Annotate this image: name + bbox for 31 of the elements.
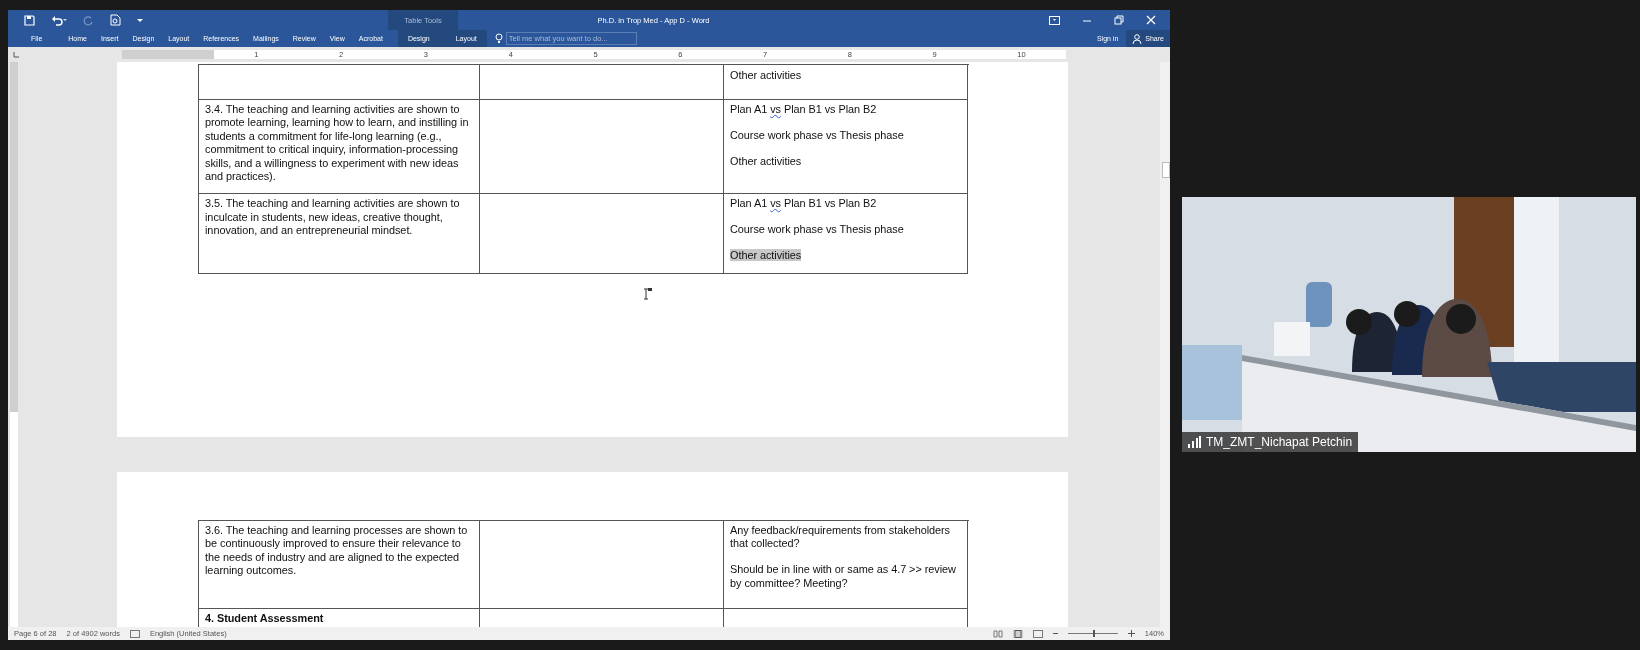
note-text: Should be in line with or same as 4.7 >> review by committee? Meeting?	[730, 563, 957, 591]
close-icon[interactable]	[1146, 15, 1156, 25]
criterion-text: 4. Student Assessment	[205, 612, 325, 626]
note-text: Course work phase vs Thesis phase	[730, 223, 905, 237]
restore-icon[interactable]	[1114, 15, 1124, 25]
note-text: Other activities	[730, 249, 803, 263]
participant-name: TM_ZMT_Nichapat Petchin	[1206, 435, 1353, 449]
text-cursor-icon	[643, 288, 652, 300]
criterion-text: 3.6. The teaching and learning processes are shown to be continuously improved to ensure their relevance to the needs of industry and are aligned to the expected learning outcomes.	[205, 524, 469, 578]
print-preview-icon[interactable]	[110, 14, 121, 26]
print-layout-icon[interactable]	[1012, 629, 1023, 638]
note-text: Other activities	[730, 154, 803, 169]
customize-icon[interactable]	[137, 17, 143, 23]
criterion-text: 3.4. The teaching and learning activities are shown to promote learning, learning how to learn, and instilling in students a commitment for life-long learning (e.g., commitment to critical inquiry, information-processing skills, and a willingness to experiment with new ideas and practices).	[205, 103, 470, 184]
web-layout-icon[interactable]	[1032, 629, 1043, 638]
undo-icon[interactable]	[51, 14, 67, 26]
signal-icon	[1188, 436, 1201, 448]
save-icon[interactable]	[24, 14, 35, 26]
note-text: Plan A1 vs Plan B1 vs Plan B2	[730, 103, 878, 117]
note-text: Any feedback/requirements from stakeholders that collected?	[730, 524, 951, 551]
note-text: Plan A1 vs Plan B1 vs Plan B2	[730, 197, 878, 211]
criterion-text: 3.5. The teaching and learning activities are shown to inculcate in students, new ideas, creative thought, innovation, and an entrepreneurial mindset.	[205, 197, 461, 238]
ribbon-display-icon[interactable]	[1049, 15, 1060, 25]
read-mode-icon[interactable]	[992, 629, 1003, 638]
note-text: Course work phase vs Thesis phase	[730, 128, 905, 143]
proofing-icon[interactable]	[129, 629, 140, 638]
vertical-scrollbar[interactable]	[1160, 62, 1170, 627]
note-text: Other activities	[730, 69, 803, 83]
zoom-in-icon[interactable]	[1127, 630, 1135, 637]
lightbulb-icon	[494, 33, 503, 44]
person-icon	[1132, 33, 1143, 44]
